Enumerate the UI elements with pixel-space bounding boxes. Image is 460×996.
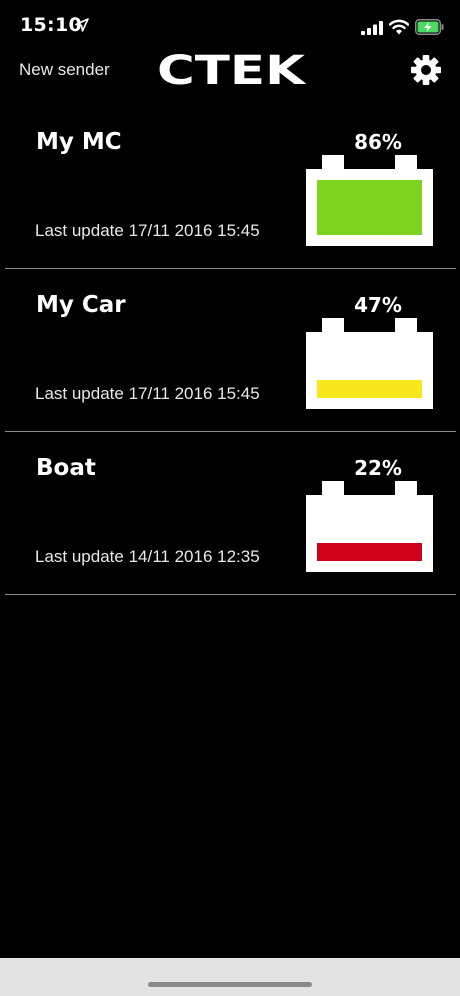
ctek-logo-text: CTEK — [157, 53, 306, 87]
battery-level-fill — [317, 543, 422, 561]
new-sender-button[interactable]: New sender — [19, 60, 110, 80]
battery-terminal-right — [395, 481, 417, 495]
location-arrow-icon — [75, 18, 89, 32]
header: New sender CTEK — [0, 50, 460, 95]
charge-percent: 22% — [354, 456, 402, 480]
battery-icon — [306, 155, 433, 246]
charge-percent: 47% — [354, 293, 402, 317]
device-name: Boat — [36, 455, 96, 481]
battery-icon — [306, 318, 433, 409]
battery-terminal-right — [395, 318, 417, 332]
battery-terminal-left — [322, 318, 344, 332]
device-row-my-car[interactable]: My Car Last update 17/11 2016 15:45 47% — [5, 269, 456, 432]
battery-body — [306, 169, 433, 246]
home-indicator[interactable] — [148, 982, 312, 987]
last-update-label: Last update 17/11 2016 15:45 — [35, 384, 260, 403]
charge-percent: 86% — [354, 130, 402, 154]
device-name: My MC — [36, 129, 122, 155]
last-update-label: Last update 17/11 2016 15:45 — [35, 221, 260, 240]
gear-icon[interactable] — [410, 54, 442, 86]
device-name: My Car — [36, 292, 126, 318]
battery-icon — [306, 481, 433, 572]
device-list: My MC Last update 17/11 2016 15:45 86% M… — [5, 106, 456, 595]
battery-body — [306, 495, 433, 572]
battery-terminal-left — [322, 481, 344, 495]
battery-level-fill — [317, 380, 422, 398]
battery-level-fill — [317, 180, 422, 235]
battery-terminal-left — [322, 155, 344, 169]
status-time: 15:10 — [20, 14, 82, 36]
battery-terminal-right — [395, 155, 417, 169]
home-indicator-area — [0, 958, 460, 996]
device-row-boat[interactable]: Boat Last update 14/11 2016 12:35 22% — [5, 432, 456, 595]
battery-charging-icon — [415, 19, 444, 35]
ctek-logo: CTEK — [157, 53, 306, 87]
device-row-my-mc[interactable]: My MC Last update 17/11 2016 15:45 86% — [5, 106, 456, 269]
wifi-icon — [389, 19, 409, 35]
status-bar: 15:10 — [0, 0, 460, 50]
battery-body — [306, 332, 433, 409]
last-update-label: Last update 14/11 2016 12:35 — [35, 547, 260, 566]
cellular-signal-icon — [361, 21, 383, 35]
